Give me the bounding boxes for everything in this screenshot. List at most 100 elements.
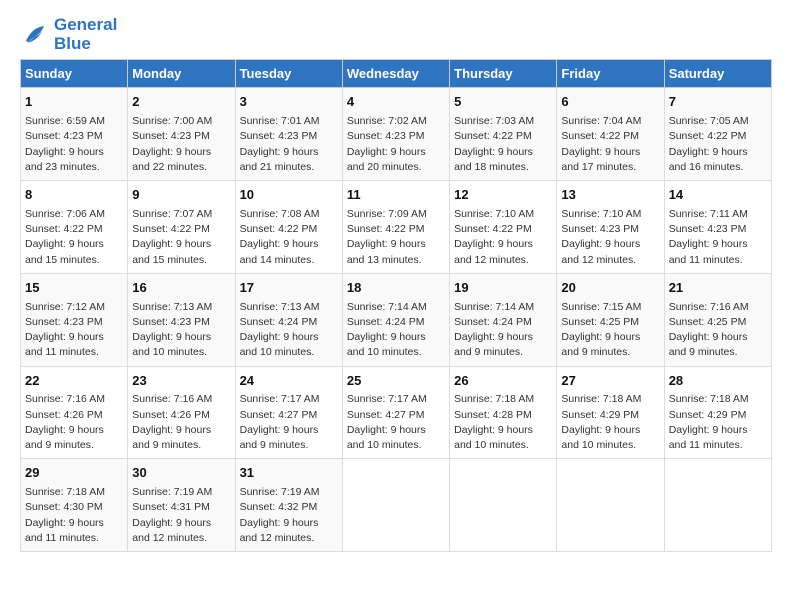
day-number: 8 (25, 186, 123, 205)
day-number: 6 (561, 93, 659, 112)
calendar-cell: 21Sunrise: 7:16 AMSunset: 4:25 PMDayligh… (664, 273, 771, 366)
daylight-text: Daylight: 9 hours and 17 minutes. (561, 146, 640, 173)
sunrise-text: Sunrise: 7:07 AM (132, 208, 212, 220)
calendar-cell: 14Sunrise: 7:11 AMSunset: 4:23 PMDayligh… (664, 181, 771, 274)
calendar-cell: 29Sunrise: 7:18 AMSunset: 4:30 PMDayligh… (21, 459, 128, 552)
logo-icon (20, 20, 50, 50)
sunrise-text: Sunrise: 7:19 AM (240, 486, 320, 498)
sunset-text: Sunset: 4:22 PM (25, 223, 103, 235)
day-number: 17 (240, 279, 338, 298)
sunrise-text: Sunrise: 7:18 AM (561, 393, 641, 405)
daylight-text: Daylight: 9 hours and 20 minutes. (347, 146, 426, 173)
sunrise-text: Sunrise: 7:13 AM (240, 301, 320, 313)
calendar-cell: 23Sunrise: 7:16 AMSunset: 4:26 PMDayligh… (128, 366, 235, 459)
daylight-text: Daylight: 9 hours and 10 minutes. (240, 331, 319, 358)
day-number: 15 (25, 279, 123, 298)
day-number: 25 (347, 372, 445, 391)
daylight-text: Daylight: 9 hours and 10 minutes. (561, 424, 640, 451)
day-number: 20 (561, 279, 659, 298)
sunrise-text: Sunrise: 7:05 AM (669, 115, 749, 127)
daylight-text: Daylight: 9 hours and 11 minutes. (669, 424, 748, 451)
calendar-cell (664, 459, 771, 552)
calendar-table: SundayMondayTuesdayWednesdayThursdayFrid… (20, 59, 772, 552)
header-friday: Friday (557, 60, 664, 88)
daylight-text: Daylight: 9 hours and 21 minutes. (240, 146, 319, 173)
day-number: 2 (132, 93, 230, 112)
daylight-text: Daylight: 9 hours and 10 minutes. (132, 331, 211, 358)
sunrise-text: Sunrise: 7:12 AM (25, 301, 105, 313)
day-number: 30 (132, 464, 230, 483)
calendar-header-row: SundayMondayTuesdayWednesdayThursdayFrid… (21, 60, 772, 88)
daylight-text: Daylight: 9 hours and 15 minutes. (132, 238, 211, 265)
daylight-text: Daylight: 9 hours and 9 minutes. (240, 424, 319, 451)
sunset-text: Sunset: 4:31 PM (132, 501, 210, 513)
calendar-cell: 1Sunrise: 6:59 AMSunset: 4:23 PMDaylight… (21, 88, 128, 181)
sunset-text: Sunset: 4:26 PM (25, 409, 103, 421)
sunrise-text: Sunrise: 7:13 AM (132, 301, 212, 313)
daylight-text: Daylight: 9 hours and 15 minutes. (25, 238, 104, 265)
sunrise-text: Sunrise: 7:16 AM (669, 301, 749, 313)
calendar-cell: 13Sunrise: 7:10 AMSunset: 4:23 PMDayligh… (557, 181, 664, 274)
daylight-text: Daylight: 9 hours and 9 minutes. (25, 424, 104, 451)
sunset-text: Sunset: 4:28 PM (454, 409, 532, 421)
day-number: 13 (561, 186, 659, 205)
calendar-cell: 28Sunrise: 7:18 AMSunset: 4:29 PMDayligh… (664, 366, 771, 459)
daylight-text: Daylight: 9 hours and 12 minutes. (240, 517, 319, 544)
sunset-text: Sunset: 4:29 PM (561, 409, 639, 421)
day-number: 29 (25, 464, 123, 483)
header-saturday: Saturday (664, 60, 771, 88)
daylight-text: Daylight: 9 hours and 11 minutes. (25, 517, 104, 544)
sunset-text: Sunset: 4:29 PM (669, 409, 747, 421)
daylight-text: Daylight: 9 hours and 13 minutes. (347, 238, 426, 265)
sunrise-text: Sunrise: 7:09 AM (347, 208, 427, 220)
daylight-text: Daylight: 9 hours and 22 minutes. (132, 146, 211, 173)
sunset-text: Sunset: 4:25 PM (561, 316, 639, 328)
calendar-cell: 4Sunrise: 7:02 AMSunset: 4:23 PMDaylight… (342, 88, 449, 181)
sunrise-text: Sunrise: 7:03 AM (454, 115, 534, 127)
logo-text: General Blue (54, 16, 117, 53)
day-number: 7 (669, 93, 767, 112)
week-row-5: 29Sunrise: 7:18 AMSunset: 4:30 PMDayligh… (21, 459, 772, 552)
sunset-text: Sunset: 4:27 PM (240, 409, 318, 421)
daylight-text: Daylight: 9 hours and 11 minutes. (669, 238, 748, 265)
calendar-cell: 16Sunrise: 7:13 AMSunset: 4:23 PMDayligh… (128, 273, 235, 366)
calendar-cell: 7Sunrise: 7:05 AMSunset: 4:22 PMDaylight… (664, 88, 771, 181)
calendar-cell: 22Sunrise: 7:16 AMSunset: 4:26 PMDayligh… (21, 366, 128, 459)
sunset-text: Sunset: 4:22 PM (454, 223, 532, 235)
logo: General Blue (20, 16, 117, 53)
sunset-text: Sunset: 4:23 PM (347, 130, 425, 142)
daylight-text: Daylight: 9 hours and 11 minutes. (25, 331, 104, 358)
sunrise-text: Sunrise: 7:18 AM (669, 393, 749, 405)
calendar-cell: 2Sunrise: 7:00 AMSunset: 4:23 PMDaylight… (128, 88, 235, 181)
sunrise-text: Sunrise: 7:11 AM (669, 208, 748, 220)
daylight-text: Daylight: 9 hours and 10 minutes. (347, 331, 426, 358)
header-monday: Monday (128, 60, 235, 88)
sunrise-text: Sunrise: 7:16 AM (132, 393, 212, 405)
daylight-text: Daylight: 9 hours and 14 minutes. (240, 238, 319, 265)
day-number: 10 (240, 186, 338, 205)
sunset-text: Sunset: 4:22 PM (669, 130, 747, 142)
sunset-text: Sunset: 4:24 PM (454, 316, 532, 328)
daylight-text: Daylight: 9 hours and 9 minutes. (669, 331, 748, 358)
daylight-text: Daylight: 9 hours and 18 minutes. (454, 146, 533, 173)
day-number: 1 (25, 93, 123, 112)
sunrise-text: Sunrise: 7:08 AM (240, 208, 320, 220)
sunset-text: Sunset: 4:24 PM (347, 316, 425, 328)
daylight-text: Daylight: 9 hours and 12 minutes. (561, 238, 640, 265)
calendar-cell: 30Sunrise: 7:19 AMSunset: 4:31 PMDayligh… (128, 459, 235, 552)
calendar-cell: 19Sunrise: 7:14 AMSunset: 4:24 PMDayligh… (450, 273, 557, 366)
calendar-cell: 15Sunrise: 7:12 AMSunset: 4:23 PMDayligh… (21, 273, 128, 366)
calendar-cell (450, 459, 557, 552)
daylight-text: Daylight: 9 hours and 10 minutes. (454, 424, 533, 451)
sunrise-text: Sunrise: 7:18 AM (25, 486, 105, 498)
sunrise-text: Sunrise: 7:15 AM (561, 301, 641, 313)
day-number: 11 (347, 186, 445, 205)
sunset-text: Sunset: 4:22 PM (240, 223, 318, 235)
sunrise-text: Sunrise: 7:18 AM (454, 393, 534, 405)
calendar-cell: 18Sunrise: 7:14 AMSunset: 4:24 PMDayligh… (342, 273, 449, 366)
sunrise-text: Sunrise: 7:16 AM (25, 393, 105, 405)
week-row-1: 1Sunrise: 6:59 AMSunset: 4:23 PMDaylight… (21, 88, 772, 181)
sunrise-text: Sunrise: 7:17 AM (240, 393, 320, 405)
sunset-text: Sunset: 4:22 PM (132, 223, 210, 235)
calendar-cell: 6Sunrise: 7:04 AMSunset: 4:22 PMDaylight… (557, 88, 664, 181)
